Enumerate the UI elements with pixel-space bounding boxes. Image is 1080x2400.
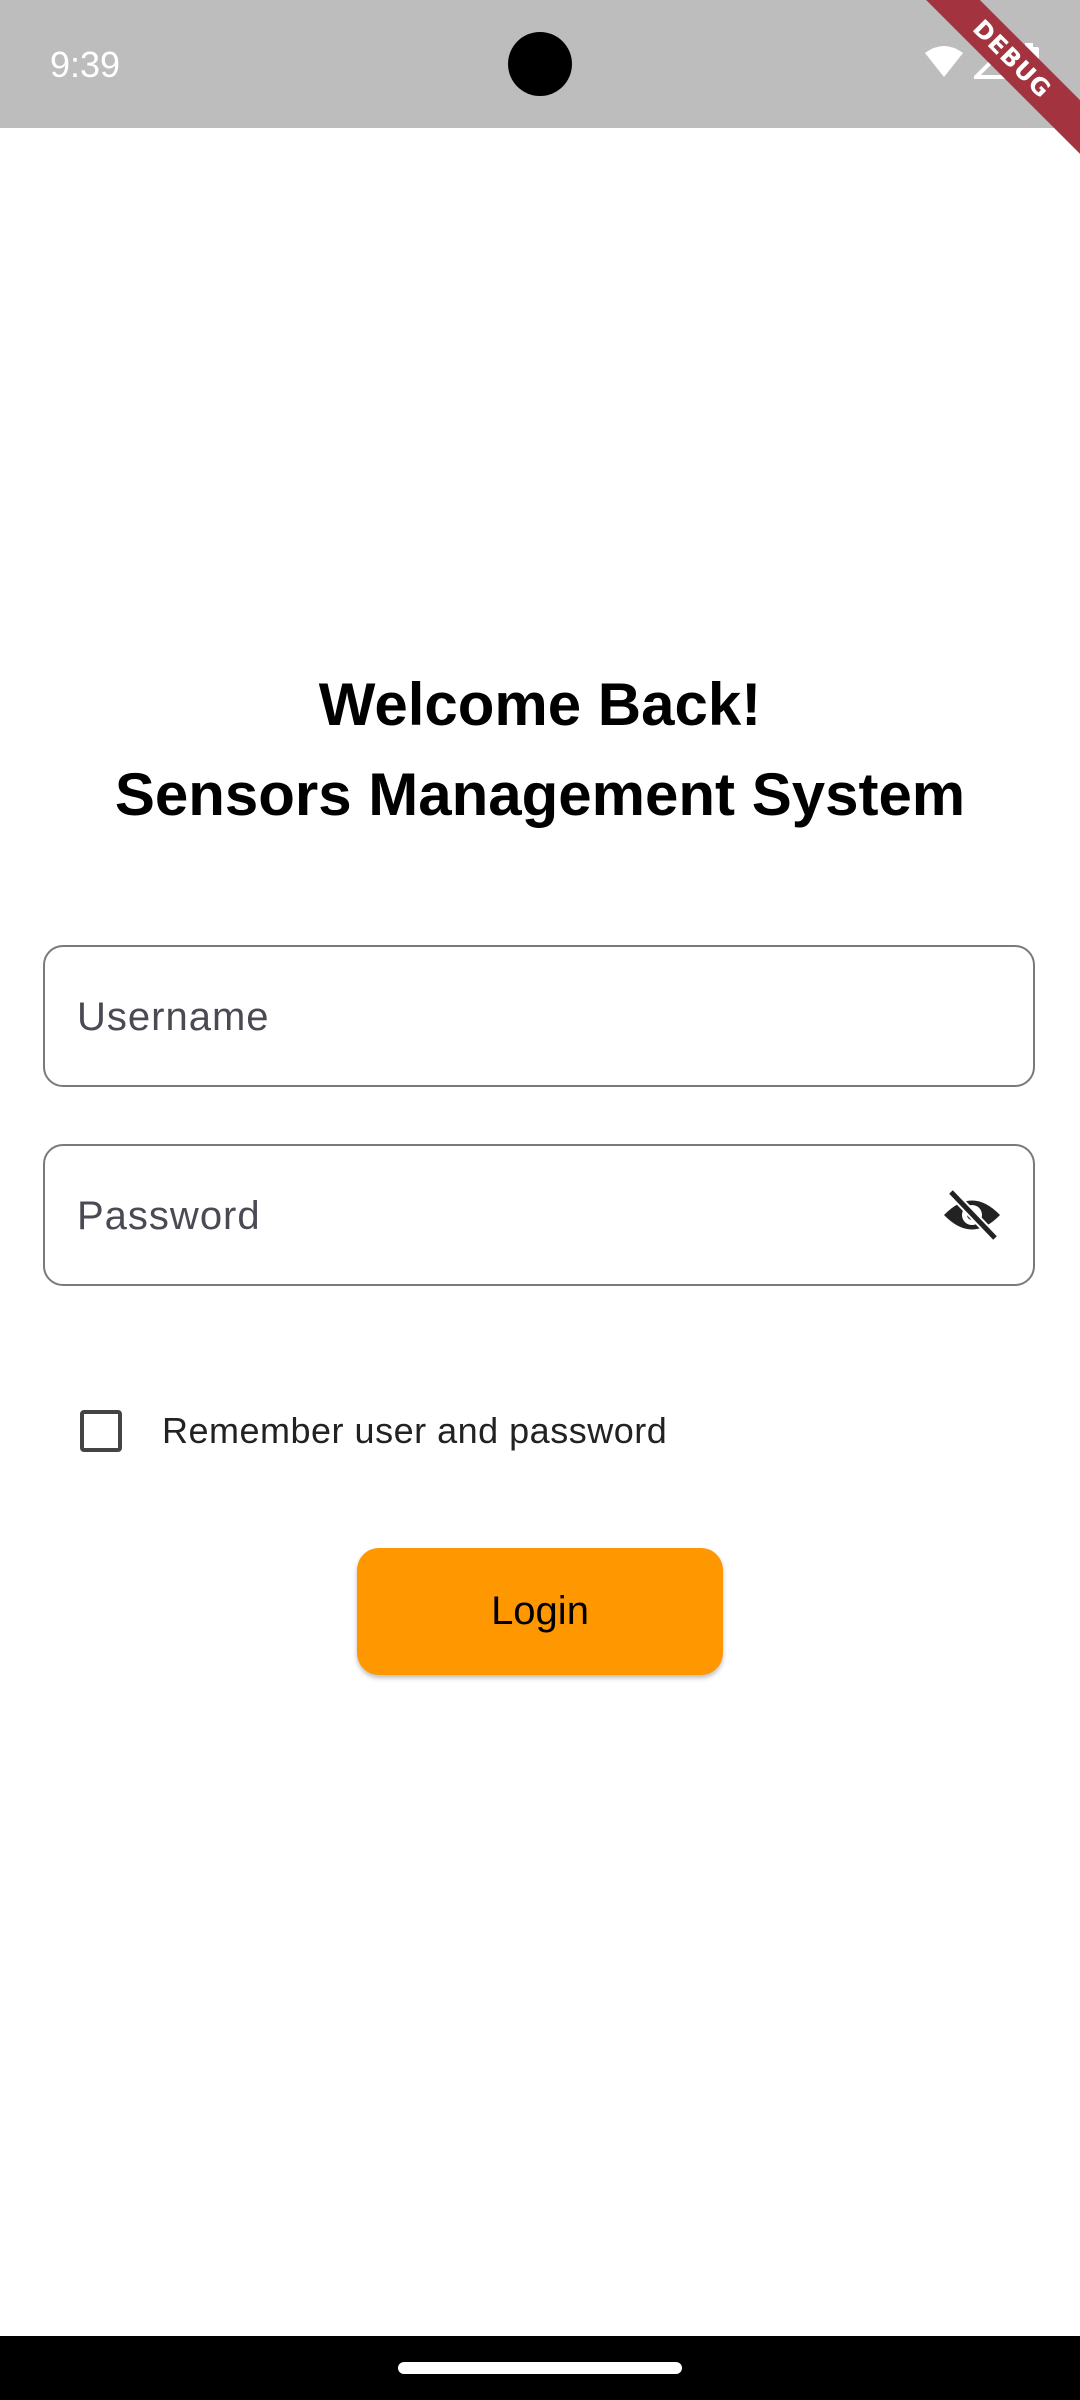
welcome-heading: Welcome Back! xyxy=(318,671,762,738)
password-field-container xyxy=(43,1144,1035,1286)
login-button[interactable]: Login xyxy=(357,1548,723,1675)
home-indicator[interactable] xyxy=(398,2362,682,2374)
username-input[interactable] xyxy=(75,947,959,1087)
remember-checkbox[interactable] xyxy=(80,1410,122,1452)
username-field-container xyxy=(43,945,1035,1087)
app-name-heading: Sensors Management System xyxy=(114,761,966,828)
camera-cutout xyxy=(508,32,572,96)
wifi-icon xyxy=(924,45,964,84)
remember-row: Remember user and password xyxy=(80,1405,667,1457)
status-time: 9:39 xyxy=(50,44,121,85)
login-screen: 9:39 DEBUG Welcome Back! Sensors Managem… xyxy=(0,0,1080,2400)
remember-label: Remember user and password xyxy=(162,1410,668,1451)
navigation-bar xyxy=(0,2336,1080,2400)
status-bar: 9:39 DEBUG xyxy=(0,0,1080,165)
page-title: Welcome Back! Sensors Management System xyxy=(0,660,1080,840)
visibility-off-icon[interactable] xyxy=(941,1188,1003,1242)
password-input[interactable] xyxy=(75,1146,959,1286)
